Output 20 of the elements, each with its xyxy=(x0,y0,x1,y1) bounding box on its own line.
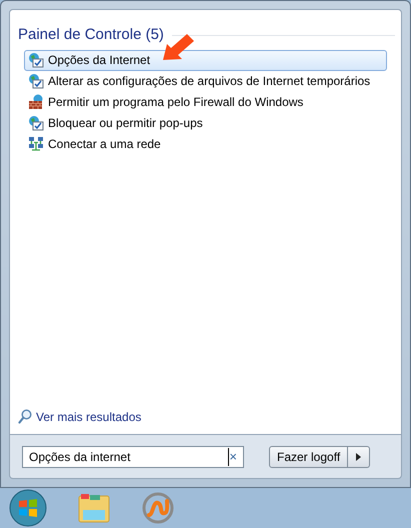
result-item[interactable]: Alterar as configurações de arquivos de Internet temporários xyxy=(24,70,387,92)
network-icon xyxy=(28,136,44,152)
result-item[interactable]: Conectar a uma rede xyxy=(24,134,387,154)
globe-check-icon xyxy=(28,115,44,131)
logoff-button[interactable]: Fazer logoff xyxy=(269,446,348,468)
brick-wall-icon xyxy=(28,94,44,110)
caret-icon xyxy=(356,452,362,460)
search-field[interactable]: Opções da internet × xyxy=(22,446,244,468)
start-button[interactable] xyxy=(9,489,47,527)
shutdown-options-button[interactable] xyxy=(348,446,370,468)
clear-button[interactable]: × xyxy=(229,450,237,463)
result-item[interactable]: Permitir um programa pelo Firewall do Windows xyxy=(24,92,387,112)
globe-check-icon xyxy=(28,73,44,89)
more-results-link[interactable]: Ver mais resultados xyxy=(36,408,142,426)
globe-check-icon xyxy=(28,52,44,68)
result-item[interactable]: Opções da Internet xyxy=(24,50,387,70)
section-heading: Painel de Controle (5) xyxy=(18,25,164,45)
result-item[interactable]: Bloquear ou permitir pop-ups xyxy=(24,112,387,134)
search-icon xyxy=(18,409,32,425)
folder-icon[interactable] xyxy=(77,492,111,524)
